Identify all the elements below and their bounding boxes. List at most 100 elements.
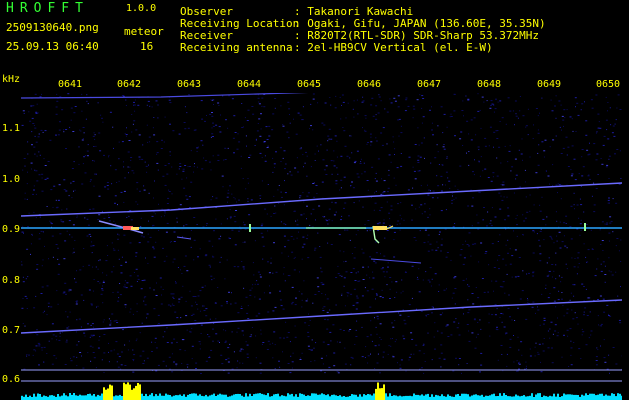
- noise-speckle: [203, 310, 206, 311]
- noise-speckle: [382, 356, 384, 358]
- noise-speckle: [264, 155, 266, 157]
- noise-speckle: [386, 201, 388, 203]
- power-bar: [507, 396, 509, 400]
- noise-speckle: [40, 293, 43, 294]
- noise-speckle: [139, 190, 141, 192]
- power-bar: [209, 395, 211, 400]
- noise-speckle: [121, 141, 124, 143]
- noise-speckle: [488, 264, 490, 266]
- noise-speckle: [380, 100, 382, 102]
- noise-speckle: [182, 285, 184, 287]
- power-bar: [605, 394, 607, 400]
- noise-speckle: [537, 115, 539, 117]
- noise-speckle: [220, 256, 222, 258]
- noise-speckle: [566, 268, 568, 270]
- noise-speckle: [417, 159, 420, 161]
- noise-speckle: [599, 229, 601, 231]
- noise-speckle: [362, 127, 363, 129]
- noise-speckle: [502, 313, 504, 315]
- noise-speckle: [181, 178, 183, 180]
- noise-speckle: [607, 199, 610, 201]
- noise-speckle: [333, 365, 336, 367]
- power-bar: [53, 395, 55, 400]
- noise-speckle: [249, 336, 252, 338]
- power-bar: [591, 393, 593, 400]
- power-bar: [485, 395, 487, 400]
- noise-speckle: [371, 288, 374, 290]
- noise-speckle: [449, 116, 451, 118]
- noise-speckle: [468, 151, 470, 152]
- noise-speckle: [484, 253, 487, 254]
- noise-speckle: [376, 293, 378, 295]
- noise-speckle: [354, 160, 357, 162]
- noise-speckle: [562, 147, 565, 149]
- noise-speckle: [265, 126, 268, 128]
- noise-speckle: [118, 258, 120, 260]
- noise-speckle: [450, 116, 453, 117]
- noise-speckle: [125, 135, 127, 137]
- noise-speckle: [602, 250, 604, 251]
- noise-speckle: [509, 338, 512, 340]
- noise-speckle: [397, 95, 400, 97]
- noise-speckle: [418, 206, 420, 208]
- noise-speckle: [338, 234, 341, 236]
- noise-speckle: [157, 364, 160, 366]
- power-bar: [199, 394, 201, 400]
- noise-speckle: [224, 278, 226, 280]
- noise-speckle: [267, 145, 269, 147]
- noise-speckle: [302, 192, 304, 194]
- noise-speckle: [243, 349, 244, 351]
- noise-speckle: [46, 206, 48, 207]
- noise-speckle: [526, 273, 528, 275]
- noise-speckle: [555, 117, 557, 119]
- noise-speckle: [200, 140, 203, 142]
- noise-speckle: [258, 103, 261, 105]
- noise-speckle: [477, 228, 480, 230]
- power-bar: [129, 384, 131, 400]
- noise-speckle: [484, 137, 487, 139]
- noise-speckle: [200, 373, 202, 374]
- noise-speckle: [143, 279, 146, 281]
- noise-speckle: [454, 135, 456, 137]
- noise-speckle: [362, 100, 365, 102]
- noise-speckle: [501, 199, 504, 201]
- noise-speckle: [374, 192, 375, 194]
- noise-speckle: [33, 125, 35, 126]
- noise-speckle: [90, 236, 92, 237]
- noise-speckle: [167, 163, 170, 165]
- noise-speckle: [453, 321, 456, 323]
- noise-speckle: [425, 315, 427, 317]
- noise-speckle: [595, 356, 598, 358]
- noise-speckle: [601, 163, 604, 165]
- noise-speckle: [186, 363, 189, 365]
- noise-speckle: [380, 268, 383, 270]
- noise-speckle: [287, 332, 290, 333]
- noise-speckle: [337, 265, 339, 267]
- noise-speckle: [385, 271, 388, 273]
- noise-speckle: [396, 291, 398, 293]
- noise-speckle: [99, 259, 101, 261]
- noise-speckle: [259, 362, 262, 364]
- noise-speckle: [38, 364, 40, 366]
- noise-speckle: [477, 322, 479, 323]
- power-bar: [487, 395, 489, 400]
- noise-speckle: [479, 371, 481, 373]
- noise-speckle: [98, 214, 101, 216]
- noise-speckle: [201, 168, 204, 170]
- noise-speckle: [493, 111, 495, 113]
- noise-speckle: [30, 253, 31, 255]
- noise-speckle: [220, 235, 222, 237]
- noise-speckle: [55, 113, 58, 115]
- noise-speckle: [220, 305, 223, 307]
- noise-speckle: [493, 290, 494, 292]
- noise-speckle: [171, 193, 173, 195]
- noise-speckle: [254, 145, 256, 146]
- noise-speckle: [529, 210, 531, 212]
- noise-speckle: [341, 275, 343, 277]
- noise-speckle: [549, 235, 552, 237]
- noise-speckle: [446, 126, 448, 128]
- noise-speckle: [294, 325, 296, 327]
- noise-speckle: [140, 217, 142, 219]
- noise-speckle: [126, 282, 129, 284]
- noise-speckle: [364, 130, 367, 132]
